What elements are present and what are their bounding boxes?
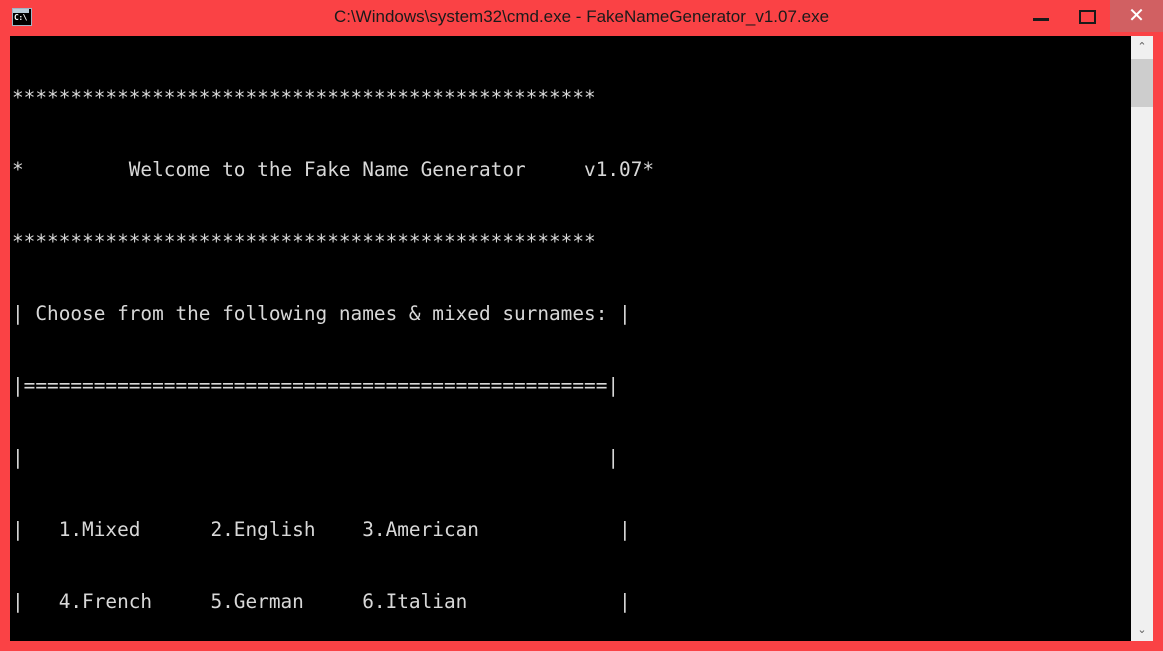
menu-row[interactable]: | 4.French 5.German 6.Italian | bbox=[12, 590, 677, 614]
console-output: ****************************************… bbox=[12, 38, 677, 641]
cmd-exe-icon[interactable]: C:\ bbox=[12, 8, 32, 26]
menu-blank-top: | | bbox=[12, 446, 620, 469]
console-window: C:\ C:\Windows\system32\cmd.exe - FakeNa… bbox=[0, 0, 1163, 651]
banner-top-rule: ****************************************… bbox=[12, 86, 596, 109]
title-bar[interactable]: C:\ C:\Windows\system32\cmd.exe - FakeNa… bbox=[0, 0, 1163, 34]
minimize-icon bbox=[1033, 18, 1049, 21]
menu-row[interactable]: | 1.Mixed 2.English 3.American | bbox=[12, 518, 677, 542]
vertical-scrollbar[interactable]: ⌃ ⌄ bbox=[1131, 36, 1153, 641]
cmd-icon-glyph: C:\ bbox=[14, 13, 27, 22]
scroll-up-arrow-icon[interactable]: ⌃ bbox=[1131, 36, 1153, 58]
console-client-area[interactable]: ****************************************… bbox=[10, 36, 1153, 641]
window-title: C:\Windows\system32\cmd.exe - FakeNameGe… bbox=[333, 7, 830, 26]
minimize-button[interactable] bbox=[1018, 0, 1064, 32]
close-icon: ✕ bbox=[1128, 5, 1145, 27]
maximize-icon bbox=[1079, 10, 1096, 24]
close-button[interactable]: ✕ bbox=[1110, 0, 1163, 32]
banner-title: * Welcome to the Fake Name Generator v1.… bbox=[12, 158, 655, 181]
scroll-down-arrow-icon[interactable]: ⌄ bbox=[1131, 619, 1153, 641]
banner-bottom-rule: ****************************************… bbox=[12, 230, 596, 253]
menu-divider: |=======================================… bbox=[12, 374, 620, 397]
maximize-button[interactable] bbox=[1064, 0, 1110, 32]
scrollbar-thumb[interactable] bbox=[1131, 59, 1153, 107]
menu-heading: | Choose from the following names & mixe… bbox=[12, 302, 631, 325]
scrollbar-track[interactable] bbox=[1131, 58, 1153, 619]
